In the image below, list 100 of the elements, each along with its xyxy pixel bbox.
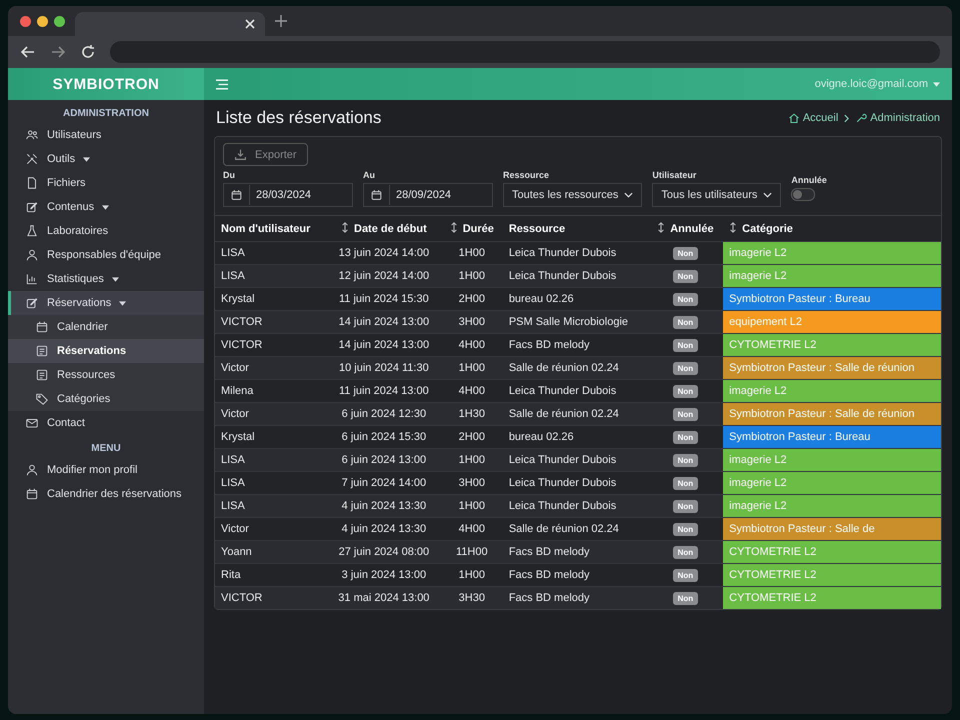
- category-cell: imagerie L2: [723, 242, 941, 264]
- category-cell: Symbiotron Pasteur : Salle de: [723, 518, 941, 540]
- category-cell: imagerie L2: [723, 472, 941, 494]
- nav-item[interactable]: Utilisateurs: [8, 123, 204, 147]
- chevron-icon: [844, 114, 850, 122]
- table-cell: 11H00: [440, 540, 503, 564]
- table-cell: 1H00: [440, 356, 503, 380]
- users-icon: [25, 128, 39, 142]
- column-header[interactable]: Durée: [440, 216, 503, 242]
- maximize-window-button[interactable]: [54, 16, 65, 26]
- edit-icon: [25, 296, 39, 310]
- table-cell: Facs BD melody: [502, 586, 648, 609]
- category-cell: Symbiotron Pasteur : Bureau: [723, 288, 941, 310]
- forward-icon[interactable]: [50, 44, 66, 60]
- mail-icon: [25, 416, 39, 430]
- table-cell: LISA: [215, 448, 327, 472]
- breadcrumb-link[interactable]: Administration: [855, 112, 940, 124]
- nav-item[interactable]: Catégories: [8, 387, 204, 411]
- table-cell: Victor: [215, 356, 327, 380]
- calendar-icon: [35, 320, 49, 334]
- caret-icon: [119, 300, 126, 306]
- new-tab-icon[interactable]: [275, 15, 287, 27]
- nav-item[interactable]: Statistiques: [8, 267, 204, 291]
- date-field[interactable]: 28/03/2024: [223, 183, 353, 207]
- table-cell: VICTOR: [215, 586, 327, 609]
- nav-item[interactable]: Contact: [8, 411, 204, 435]
- chart-icon: [25, 272, 39, 286]
- category-cell: Symbiotron Pasteur : Salle de réunion: [723, 402, 941, 426]
- table-cell: Facs BD melody: [502, 540, 648, 564]
- chevron-down-icon: [624, 192, 634, 198]
- category-cell: Symbiotron Pasteur : Bureau: [723, 426, 941, 448]
- edit-icon: [25, 200, 39, 214]
- sort-icon: [450, 222, 458, 233]
- table-cell: Salle de réunion 02.24: [502, 402, 648, 426]
- status-badge: Non: [672, 408, 698, 421]
- back-icon[interactable]: [20, 44, 36, 60]
- status-badge: Non: [672, 523, 698, 536]
- caret-icon: [933, 82, 940, 86]
- user-select[interactable]: Tous les utilisateurs: [652, 183, 782, 207]
- nav-item[interactable]: Fichiers: [8, 171, 204, 195]
- nav-item[interactable]: Outils: [8, 147, 204, 171]
- section-title: MENU: [90, 442, 122, 456]
- cancelled-toggle[interactable]: [791, 188, 816, 201]
- caret-icon: [83, 156, 90, 162]
- file-icon: [25, 176, 39, 190]
- close-window-button[interactable]: [20, 16, 31, 26]
- table-cell: 1H00: [440, 494, 503, 518]
- user-icon: [25, 463, 39, 477]
- column-header[interactable]: Catégorie: [723, 216, 941, 242]
- wrench-icon: [855, 112, 868, 124]
- list-icon: [35, 344, 49, 358]
- status-badge: Non: [672, 477, 698, 490]
- nav-item[interactable]: Réservations: [8, 339, 204, 363]
- nav-item[interactable]: Réservations: [8, 291, 204, 315]
- category-cell: imagerie L2: [723, 380, 941, 402]
- close-icon[interactable]: [245, 19, 255, 29]
- table-cell: PSM Salle Microbiologie: [502, 310, 648, 334]
- breadcrumb-link[interactable]: Accueil: [788, 112, 838, 124]
- status-badge: Non: [672, 500, 698, 513]
- column-header[interactable]: Date de début: [326, 216, 441, 242]
- nav-item[interactable]: Calendrier: [8, 315, 204, 339]
- menu-icon[interactable]: [216, 78, 228, 90]
- status-badge: Non: [672, 247, 698, 260]
- table-cell: 4 juin 2024 13:30: [326, 494, 441, 518]
- date-field[interactable]: 28/09/2024: [363, 183, 493, 207]
- home-icon: [788, 112, 800, 124]
- filter-label: Ressource: [503, 170, 550, 180]
- table-cell: Salle de réunion 02.24: [502, 356, 648, 380]
- filter-label: Utilisateur: [652, 170, 698, 180]
- table-cell: Victor: [215, 402, 327, 426]
- status-badge: Non: [672, 431, 698, 444]
- table-cell: VICTOR: [215, 310, 327, 334]
- minimize-window-button[interactable]: [37, 16, 48, 26]
- status-badge: Non: [672, 339, 698, 352]
- sort-icon: [729, 222, 738, 233]
- nav-item[interactable]: Contenus: [8, 195, 204, 219]
- table-cell: 6 juin 2024 12:30: [326, 402, 441, 426]
- column-header: Nom d'utilisateur: [215, 216, 327, 242]
- export-button[interactable]: Exporter: [223, 143, 308, 166]
- category-cell: equipement L2: [723, 310, 941, 334]
- nav-item[interactable]: Ressources: [8, 363, 204, 387]
- resource-select[interactable]: Toutes les ressources: [503, 183, 642, 207]
- flask-icon: [25, 224, 39, 238]
- table-cell: 12 juin 2024 14:00: [326, 264, 441, 288]
- category-cell: imagerie L2: [723, 264, 941, 288]
- nav-item[interactable]: Responsables d'équipe: [8, 243, 204, 267]
- calendar-icon: [25, 487, 39, 501]
- tools-icon: [25, 152, 39, 166]
- reload-icon[interactable]: [80, 44, 96, 60]
- tag-icon: [35, 392, 49, 406]
- column-header[interactable]: Annulée: [648, 216, 724, 242]
- filter-label: Annulée: [791, 175, 827, 185]
- nav-item[interactable]: Modifier mon profil: [8, 458, 204, 482]
- table-cell: 31 mai 2024 13:00: [326, 586, 441, 609]
- nav-item[interactable]: Calendrier des réservations: [8, 482, 204, 506]
- section-title: ADMINISTRATION: [62, 107, 150, 121]
- table-cell: 6 juin 2024 13:00: [326, 448, 441, 472]
- status-badge: Non: [672, 293, 698, 306]
- status-badge: Non: [672, 362, 698, 375]
- nav-item[interactable]: Laboratoires: [8, 219, 204, 243]
